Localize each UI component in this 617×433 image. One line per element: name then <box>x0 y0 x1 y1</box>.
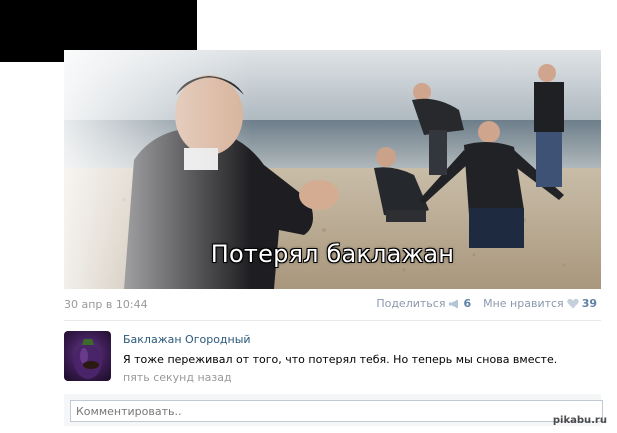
eggplant-avatar-art <box>74 339 102 379</box>
comment-time[interactable]: пять секунд назад <box>123 371 232 384</box>
post-image[interactable]: Потерял баклажан <box>64 50 601 289</box>
share-button[interactable]: Поделиться 6 <box>376 297 471 310</box>
share-count: 6 <box>463 297 472 310</box>
megaphone-icon <box>449 299 459 308</box>
like-button[interactable]: Мне нравится 39 <box>483 297 597 310</box>
avatar[interactable] <box>64 331 111 381</box>
comment: Баклажан Огородный Я тоже переживал от т… <box>64 327 601 385</box>
post-actions: Поделиться 6 Мне нравится 39 <box>376 297 597 310</box>
like-label: Мне нравится <box>483 297 564 310</box>
comment-author[interactable]: Баклажан Огородный <box>123 333 251 346</box>
post-date[interactable]: 30 апр в 10:44 <box>64 298 148 311</box>
heart-icon <box>566 298 579 309</box>
share-label: Поделиться <box>376 297 446 310</box>
watermark: pikabu.ru <box>552 415 607 426</box>
like-count: 39 <box>581 297 597 310</box>
divider <box>64 320 601 321</box>
comment-text: Я тоже переживал от того, что потерял те… <box>123 353 558 366</box>
comment-form <box>64 394 603 426</box>
post-meta-row: 30 апр в 10:44 Поделиться 6 Мне нравится… <box>64 297 601 313</box>
image-caption: Потерял баклажан <box>210 240 455 268</box>
comment-input[interactable] <box>70 400 603 422</box>
